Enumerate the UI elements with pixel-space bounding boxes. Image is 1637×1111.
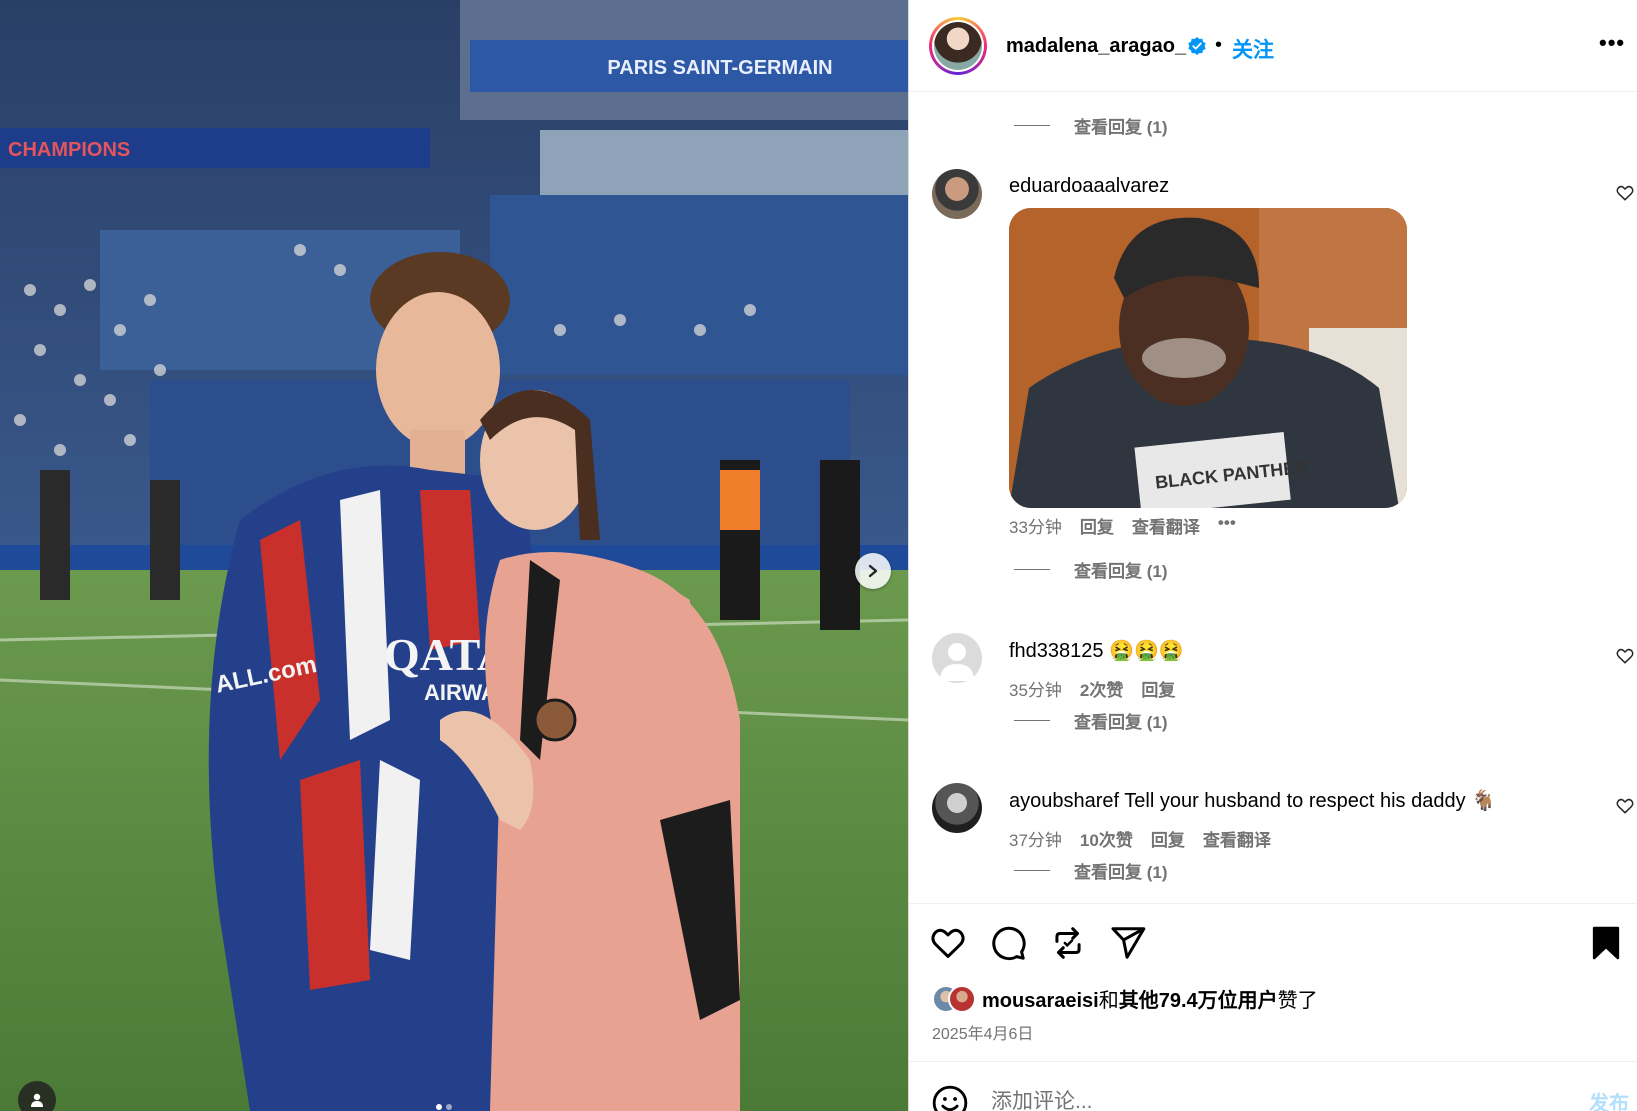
- view-replies-button[interactable]: 查看回复 (1): [1014, 858, 1168, 883]
- commenter-avatar[interactable]: [932, 783, 982, 833]
- comment-body: fhd338125 🤮🤮🤮: [1009, 638, 1184, 663]
- liker-avatar: [948, 984, 976, 1013]
- comment-username[interactable]: ayoubsharef: [1009, 790, 1119, 812]
- comment-like-heart-icon[interactable]: [1615, 796, 1635, 816]
- stadium-banner: PARIS SAINT-GERMAIN: [607, 57, 832, 79]
- stadium-photo: PARIS SAINT-GERMAIN CHAMPIONS QATAR AIRW…: [0, 0, 908, 1111]
- comment-meta: 33分钟 回复 查看翻译 •••: [1009, 513, 1236, 538]
- person-icon: [31, 1093, 43, 1107]
- reply-line-divider: [1014, 870, 1050, 871]
- carousel-dot: [446, 1104, 452, 1110]
- comment-like-heart-icon[interactable]: [1615, 646, 1635, 666]
- repost-icon[interactable]: [1049, 924, 1087, 962]
- comment-time: 37分钟: [1009, 831, 1062, 850]
- follow-button[interactable]: 关注: [1232, 34, 1274, 64]
- comment-translate-button[interactable]: 查看翻译: [1132, 513, 1200, 538]
- post-comment-button[interactable]: 发布: [1589, 1087, 1629, 1111]
- comment-text: 🤮🤮🤮: [1109, 640, 1184, 662]
- likes-text: mousaraeisi和其他79.4万位用户赞了: [982, 984, 1318, 1013]
- likes-others[interactable]: 其他79.4万位用户: [1119, 990, 1278, 1012]
- carousel-dots: [436, 1104, 452, 1110]
- comment-gif[interactable]: BLACK PANTHER: [1009, 208, 1407, 508]
- comment-input[interactable]: [991, 1082, 1551, 1111]
- comment-username[interactable]: eduardoaaalvarez: [1009, 175, 1169, 198]
- comment-time: 33分钟: [1009, 518, 1062, 537]
- carousel-next-button[interactable]: [855, 553, 891, 589]
- reply-line-divider: [1014, 125, 1050, 126]
- comment-more-icon[interactable]: •••: [1218, 513, 1236, 538]
- comment-username[interactable]: fhd338125: [1009, 640, 1104, 662]
- comment-meta: 35分钟 2次赞 回复: [1009, 676, 1175, 701]
- bookmark-filled-icon[interactable]: [1587, 924, 1625, 962]
- comment-text: Tell your husband to respect his daddy 🐐: [1124, 790, 1497, 812]
- comment-like-heart-icon[interactable]: [1615, 183, 1635, 203]
- more-options-icon[interactable]: •••: [1599, 30, 1625, 56]
- author-username[interactable]: madalena_aragao_: [1006, 35, 1186, 58]
- chevron-right-icon: [868, 564, 878, 578]
- view-replies-label: 查看回复 (1): [1074, 713, 1168, 732]
- author-avatar[interactable]: [929, 17, 987, 75]
- likes-suffix: 赞了: [1277, 990, 1318, 1012]
- gif-image: BLACK PANTHER: [1009, 208, 1407, 508]
- post-date: 2025年4月6日: [932, 1026, 1034, 1043]
- likes-summary[interactable]: mousaraeisi和其他79.4万位用户赞了: [932, 984, 1318, 1013]
- add-comment-bar: 发布: [909, 1061, 1637, 1111]
- reply-line-divider: [1014, 569, 1050, 570]
- post-actions: mousaraeisi和其他79.4万位用户赞了 2025年4月6日: [909, 903, 1637, 1061]
- post-header: madalena_aragao_ • 关注 •••: [909, 0, 1637, 92]
- default-avatar-icon: [940, 643, 974, 681]
- liker-username[interactable]: mousaraeisi: [982, 990, 1099, 1012]
- commenter-avatar[interactable]: [932, 633, 982, 683]
- side-banner: CHAMPIONS: [8, 139, 130, 161]
- likes-and: 和: [1098, 990, 1119, 1012]
- commenter-avatar[interactable]: [932, 169, 982, 219]
- comment-bubble-icon[interactable]: [989, 924, 1027, 962]
- comment-likes-count[interactable]: 2次赞: [1080, 676, 1123, 701]
- comment-reply-button[interactable]: 回复: [1080, 513, 1114, 538]
- send-icon[interactable]: [1109, 924, 1147, 962]
- tagged-users-button[interactable]: [18, 1081, 56, 1111]
- comment-list[interactable]: 查看回复 (1) eduardoaaalvarez BLACK PANTHER …: [909, 93, 1637, 903]
- comment-reply-button[interactable]: 回复: [1141, 676, 1175, 701]
- comment-body: ayoubsharef Tell your husband to respect…: [1009, 788, 1496, 813]
- post-photo[interactable]: PARIS SAINT-GERMAIN CHAMPIONS QATAR AIRW…: [0, 0, 908, 1111]
- comment-meta: 37分钟 10次赞 回复 查看翻译: [1009, 826, 1271, 851]
- comment-likes-count[interactable]: 10次赞: [1080, 826, 1133, 851]
- carousel-dot: [436, 1104, 442, 1110]
- heart-icon[interactable]: [929, 924, 967, 962]
- view-replies-button[interactable]: 查看回复 (1): [1014, 708, 1168, 733]
- reply-line-divider: [1014, 720, 1050, 721]
- comment-translate-button[interactable]: 查看翻译: [1203, 826, 1271, 851]
- comments-panel: madalena_aragao_ • 关注 ••• 查看回复 (1) eduar…: [908, 0, 1637, 1111]
- header-separator: •: [1215, 34, 1223, 56]
- view-replies-label: 查看回复 (1): [1074, 562, 1168, 581]
- comment-time: 35分钟: [1009, 681, 1062, 700]
- view-replies-label: 查看回复 (1): [1074, 118, 1168, 137]
- view-replies-label: 查看回复 (1): [1074, 863, 1168, 882]
- view-replies-button[interactable]: 查看回复 (1): [1014, 113, 1168, 138]
- verified-badge-icon: [1188, 37, 1206, 55]
- emoji-icon[interactable]: [931, 1084, 969, 1111]
- view-replies-button[interactable]: 查看回复 (1): [1014, 557, 1168, 582]
- comment-reply-button[interactable]: 回复: [1151, 826, 1185, 851]
